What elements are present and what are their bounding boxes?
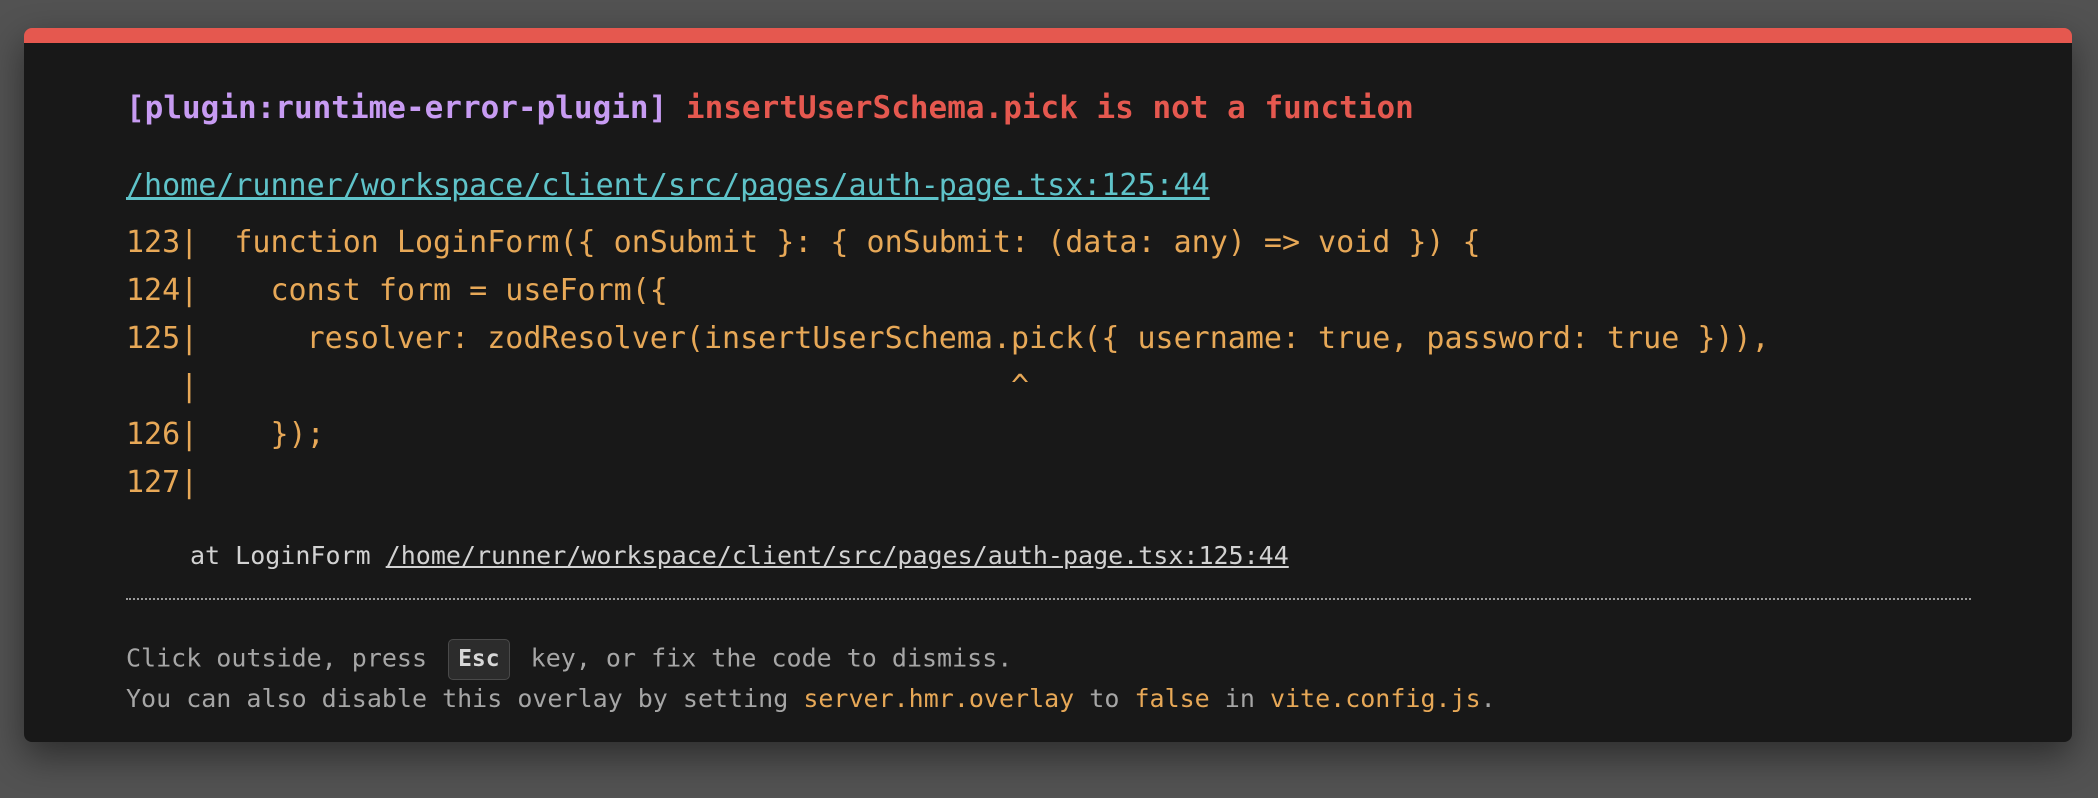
tip-text: in (1209, 684, 1270, 713)
error-text: insertUserSchema.pick is not a function (685, 90, 1414, 126)
stack-location-link[interactable]: /home/runner/workspace/client/src/pages/… (386, 541, 1289, 570)
code-frame-line: 126| }); (126, 417, 325, 452)
disable-overlay-tip: You can also disable this overlay by set… (126, 686, 1496, 711)
tip-text: to (1074, 684, 1135, 713)
error-message: [plugin:runtime-error-plugin] insertUser… (126, 93, 1414, 124)
code-frame-pointer: | ^ (126, 369, 1030, 404)
code-frame: 123| function LoginForm({ onSubmit }: { … (126, 219, 1770, 507)
setting-value: false (1134, 684, 1210, 713)
error-file-link[interactable]: /home/runner/workspace/client/src/pages/… (126, 171, 1210, 201)
tip-text: . (1480, 684, 1496, 713)
tip-text: You can also disable this overlay by set… (126, 684, 804, 713)
code-frame-line: 125| resolver: zodResolver(insertUserSch… (126, 321, 1770, 356)
error-overlay-window: [plugin:runtime-error-plugin] insertUser… (24, 28, 2072, 742)
tip-text: key, or fix the code to dismiss. (515, 643, 1013, 673)
code-frame-line: 124| const form = useForm({ (126, 273, 668, 308)
stack-prefix: at LoginForm (190, 541, 386, 570)
stack-trace: at LoginForm /home/runner/workspace/clie… (190, 543, 1289, 568)
setting-name: server.hmr.overlay (803, 684, 1075, 713)
tip-text: Click outside, press (126, 643, 443, 673)
dismiss-tip: Click outside, press Esc key, or fix the… (126, 639, 1012, 680)
code-frame-line: 123| function LoginForm({ onSubmit }: { … (126, 225, 1481, 260)
plugin-label: [plugin:runtime-error-plugin] (126, 90, 668, 126)
config-file-name: vite.config.js (1269, 684, 1481, 713)
divider (126, 598, 1971, 600)
esc-key-badge: Esc (448, 639, 510, 680)
code-frame-line: 127| (126, 465, 199, 500)
